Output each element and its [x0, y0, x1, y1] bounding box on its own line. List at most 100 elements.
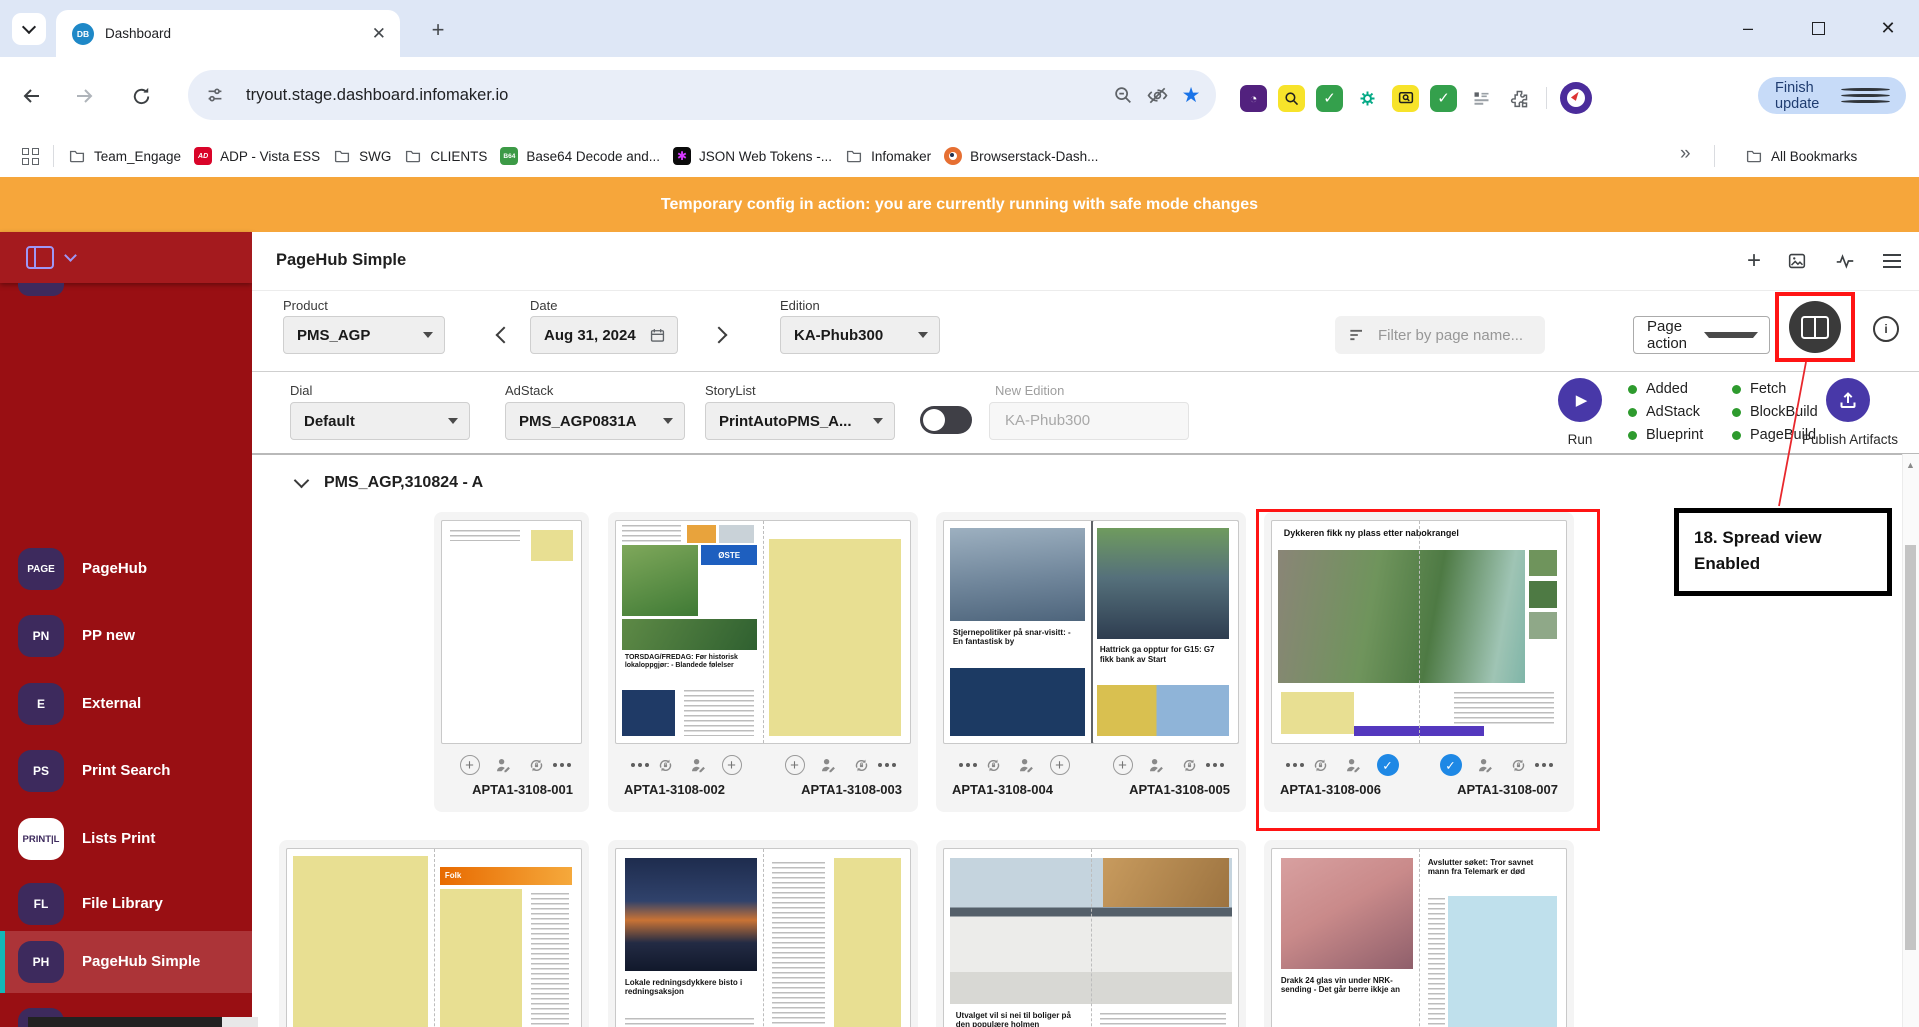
window-maximize-button[interactable] [1803, 14, 1833, 42]
sidebar-item-pagehub-simple[interactable]: PHPageHub Simple [0, 931, 252, 993]
add-icon[interactable] [460, 755, 480, 775]
sidebar-panel-icon[interactable] [26, 246, 54, 269]
bookmark-clients[interactable]: CLIENTS [404, 147, 487, 165]
apps-grid-icon[interactable] [22, 148, 39, 165]
extension-check-icon[interactable]: ✓ [1316, 85, 1343, 112]
page-card-row2-2[interactable]: Lokale redningsdykkere bisto i redningsa… [608, 840, 918, 1027]
adstack-select[interactable]: PMS_AGP0831A [505, 402, 685, 440]
bookmark-infomaker[interactable]: Infomaker [845, 147, 931, 165]
profile-avatar[interactable] [1560, 82, 1592, 114]
page-card-001[interactable]: APTA1-3108-001 [434, 512, 589, 812]
sidebar-item-file-library[interactable]: FLFile Library [0, 873, 252, 935]
site-settings-icon[interactable] [198, 78, 232, 112]
sync-lock-icon[interactable] [1180, 756, 1199, 775]
sidebar-item-lists-print[interactable]: PRINT|LLists Print [0, 808, 252, 870]
storylist-select[interactable]: PrintAutoPMS_A... [705, 402, 895, 440]
activity-pulse-icon[interactable] [1830, 246, 1860, 276]
page-thumbnail-001[interactable] [441, 520, 582, 744]
tab-search-button[interactable] [12, 13, 46, 45]
add-icon[interactable]: + [1739, 246, 1769, 276]
chevron-down-icon[interactable] [64, 249, 77, 262]
bookmarks-overflow-chevron[interactable]: » [1680, 143, 1691, 165]
more-options-icon[interactable] [885, 763, 889, 767]
back-button[interactable] [15, 79, 49, 113]
add-icon[interactable] [1050, 755, 1070, 775]
scrollbar-thumb[interactable] [1905, 545, 1916, 950]
extension-window-search-icon[interactable] [1392, 85, 1419, 112]
reload-button[interactable] [124, 79, 158, 113]
page-card-002-003[interactable]: ØSTE TORSDAG/FREDAG: Før historisk lokal… [608, 512, 918, 812]
page-thumbnail[interactable]: Folk [286, 848, 582, 1027]
extension-search-icon[interactable] [1278, 85, 1305, 112]
page-thumbnail-004-005[interactable]: Stjernepolitiker på snar-visitt: - En fa… [943, 520, 1239, 744]
finish-update-button[interactable]: Finish update [1758, 77, 1906, 114]
edition-section-header[interactable]: PMS_AGP,310824 - A [296, 474, 483, 492]
bookmark-team-engage[interactable]: Team_Engage [68, 147, 181, 165]
page-filter-field[interactable] [1335, 316, 1545, 354]
page-card-004-005[interactable]: Stjernepolitiker på snar-visitt: - En fa… [936, 512, 1246, 812]
window-close-button[interactable]: ✕ [1873, 14, 1903, 42]
next-date-button[interactable] [708, 322, 734, 348]
bookmark-all-bookmarks[interactable]: All Bookmarks [1745, 147, 1857, 165]
dial-select[interactable]: Default [290, 402, 470, 440]
new-tab-button[interactable]: + [424, 16, 452, 44]
page-card-row2-1[interactable]: Folk [279, 840, 589, 1027]
run-button[interactable]: ▶ [1558, 378, 1602, 422]
sync-lock-icon[interactable] [852, 756, 871, 775]
bookmark-star-icon[interactable]: ★ [1174, 78, 1208, 112]
previous-date-button[interactable] [488, 322, 514, 348]
menu-hamburger-icon[interactable] [1877, 246, 1907, 276]
assign-user-icon[interactable] [689, 756, 708, 775]
date-picker[interactable]: Aug 31, 2024 [530, 316, 678, 354]
more-menu-icon[interactable] [1841, 94, 1890, 98]
extensions-puzzle-icon[interactable] [1506, 85, 1533, 112]
page-action-button[interactable]: Page action [1633, 316, 1770, 354]
forward-button[interactable] [67, 79, 101, 113]
new-edition-toggle[interactable] [920, 406, 972, 434]
sidebar-item-pp-new[interactable]: PNPP new [0, 605, 252, 667]
address-bar[interactable]: tryout.stage.dashboard.infomaker.io ★ [188, 70, 1216, 120]
publish-artifacts-button[interactable] [1826, 378, 1870, 422]
more-options-icon[interactable] [966, 763, 970, 767]
bookmark-base64[interactable]: B64Base64 Decode and... [500, 147, 660, 165]
page-thumbnail[interactable]: Utvalget vil si nei til boliger på den p… [943, 848, 1239, 1027]
more-options-icon[interactable] [638, 763, 642, 767]
tab-close-icon[interactable]: ✕ [372, 24, 386, 44]
browser-tab[interactable]: DB Dashboard ✕ [56, 10, 400, 57]
sync-lock-icon[interactable] [984, 756, 1003, 775]
info-icon[interactable]: i [1873, 316, 1899, 342]
sidebar-item-pagehub[interactable]: PAGEPageHub [0, 538, 252, 600]
more-options-icon[interactable] [1213, 763, 1217, 767]
hidden-eye-icon[interactable] [1140, 78, 1174, 112]
add-icon[interactable] [722, 755, 742, 775]
page-thumbnail-002-003[interactable]: ØSTE TORSDAG/FREDAG: Før historisk lokal… [615, 520, 911, 744]
add-icon[interactable] [1113, 755, 1133, 775]
bookmark-swg[interactable]: SWG [333, 147, 391, 165]
bookmark-browserstack[interactable]: Browserstack-Dash... [944, 147, 1098, 165]
zoom-out-icon[interactable] [1106, 78, 1140, 112]
add-icon[interactable] [785, 755, 805, 775]
page-card-row2-3[interactable]: Utvalget vil si nei til boliger på den p… [936, 840, 1246, 1027]
extension-gear-icon[interactable] [1354, 85, 1381, 112]
sidebar-item-print-search[interactable]: PSPrint Search [0, 740, 252, 802]
page-thumbnail[interactable]: Drakk 24 glas vin under NRK-sending - De… [1271, 848, 1567, 1027]
assign-user-icon[interactable] [1147, 756, 1166, 775]
page-card-row2-4[interactable]: Drakk 24 glas vin under NRK-sending - De… [1264, 840, 1574, 1027]
assign-user-icon[interactable] [1017, 756, 1036, 775]
bookmark-adp[interactable]: ADADP - Vista ESS [194, 147, 320, 165]
sync-lock-icon[interactable] [656, 756, 675, 775]
product-select[interactable]: PMS_AGP [283, 316, 445, 354]
assign-user-icon[interactable] [819, 756, 838, 775]
bookmark-jwt[interactable]: ✱JSON Web Tokens -... [673, 147, 832, 165]
more-options-icon[interactable] [560, 763, 564, 767]
sync-lock-icon[interactable] [527, 756, 546, 775]
extension-clockify-icon[interactable]: ◔ [1240, 85, 1267, 112]
extension-check2-icon[interactable]: ✓ [1430, 85, 1457, 112]
page-thumbnail[interactable]: Lokale redningsdykkere bisto i redningsa… [615, 848, 911, 1027]
reading-list-icon[interactable] [1468, 85, 1495, 112]
calendar-icon[interactable] [648, 326, 667, 345]
page-filter-input[interactable] [1376, 326, 1530, 345]
chevron-down-icon[interactable] [294, 473, 310, 489]
assign-user-icon[interactable] [494, 756, 513, 775]
sidebar-item-external[interactable]: EExternal [0, 673, 252, 735]
